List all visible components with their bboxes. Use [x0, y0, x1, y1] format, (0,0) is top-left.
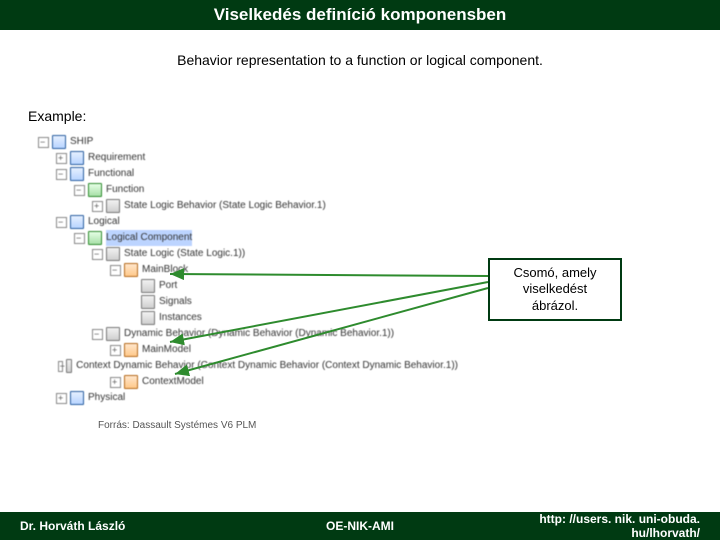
- tree-toggle-icon[interactable]: [58, 361, 63, 372]
- tree-node-label: Signals: [159, 294, 192, 310]
- tree-node-icon: [70, 391, 84, 405]
- tree-node-icon: [106, 199, 120, 213]
- tree-row: Requirement: [38, 150, 458, 166]
- tree-node-icon: [124, 375, 138, 389]
- tree-row: State Logic Behavior (State Logic Behavi…: [38, 198, 458, 214]
- tree-node-label: Logical: [88, 214, 120, 230]
- tree-toggle-icon[interactable]: [110, 377, 121, 388]
- tree-row: Signals: [38, 294, 458, 310]
- tree-node-label: Requirement: [88, 150, 145, 166]
- tree-toggle-icon[interactable]: [38, 137, 49, 148]
- tree-toggle-icon[interactable]: [110, 345, 121, 356]
- tree-node-label: Port: [159, 278, 177, 294]
- tree-node-icon: [88, 183, 102, 197]
- example-label: Example:: [28, 108, 86, 124]
- tree-node-icon: [66, 359, 72, 373]
- tree-toggle-icon[interactable]: [56, 169, 67, 180]
- tree-row: Dynamic Behavior (Dynamic Behavior (Dyna…: [38, 326, 458, 342]
- tree-toggle-icon[interactable]: [92, 329, 103, 340]
- tree-row: Function: [38, 182, 458, 198]
- tree-row: ContextModel: [38, 374, 458, 390]
- tree-node-label: Functional: [88, 166, 134, 182]
- tree-node-label: SHIP: [70, 134, 93, 150]
- tree-row: Context Dynamic Behavior (Context Dynami…: [38, 358, 458, 374]
- tree-toggle-icon[interactable]: [74, 233, 85, 244]
- tree-node-label: Dynamic Behavior (Dynamic Behavior (Dyna…: [124, 326, 394, 342]
- tree-row: SHIP: [38, 134, 458, 150]
- tree-row: Port: [38, 278, 458, 294]
- tree-toggle-icon[interactable]: [92, 201, 103, 212]
- footer-bar: Dr. Horváth László OE-NIK-AMI http: //us…: [0, 512, 720, 540]
- tree-row: State Logic (State Logic.1)): [38, 246, 458, 262]
- footer-author: Dr. Horváth László: [0, 519, 247, 533]
- tree-toggle-icon[interactable]: [56, 393, 67, 404]
- tree-node-label: MainModel: [142, 342, 191, 358]
- tree-node-label: Context Dynamic Behavior (Context Dynami…: [76, 358, 458, 374]
- tree-node-label: Physical: [88, 390, 125, 406]
- tree-node-label: Instances: [159, 310, 202, 326]
- tree-toggle-icon[interactable]: [110, 265, 121, 276]
- tree-toggle-icon[interactable]: [56, 217, 67, 228]
- tree-node-label: State Logic Behavior (State Logic Behavi…: [124, 198, 326, 214]
- tree-node-icon: [124, 343, 138, 357]
- tree-row: Logical Component: [38, 230, 458, 246]
- tree-node-label: Function: [106, 182, 144, 198]
- tree-row: MainModel: [38, 342, 458, 358]
- tree-node-icon: [52, 135, 66, 149]
- tree-node-label: MainBlock: [142, 262, 188, 278]
- tree-node-icon: [70, 167, 84, 181]
- title-bar: Viselkedés definíció komponensben: [0, 0, 720, 30]
- tree-node-icon: [70, 215, 84, 229]
- tree-view: SHIPRequirementFunctionalFunctionState L…: [38, 134, 458, 406]
- tree-node-icon: [141, 295, 155, 309]
- source-citation: Forrás: Dassault Systémes V6 PLM: [98, 420, 256, 431]
- tree-row: Logical: [38, 214, 458, 230]
- callout-box: Csomó, amely viselkedést ábrázol.: [488, 258, 622, 321]
- callout-line2: viselkedést: [496, 281, 614, 297]
- tree-toggle-icon[interactable]: [74, 185, 85, 196]
- tree-row: Physical: [38, 390, 458, 406]
- tree-node-label: Logical Component: [106, 230, 192, 246]
- footer-org: OE-NIK-AMI: [247, 519, 474, 533]
- tree-node-icon: [124, 263, 138, 277]
- tree-row: Functional: [38, 166, 458, 182]
- subtitle: Behavior representation to a function or…: [0, 52, 720, 68]
- tree-toggle-icon[interactable]: [92, 249, 103, 260]
- tree-node-icon: [141, 311, 155, 325]
- slide-title: Viselkedés definíció komponensben: [214, 5, 507, 25]
- tree-node-icon: [106, 247, 120, 261]
- tree-toggle-icon[interactable]: [56, 153, 67, 164]
- tree-node-label: State Logic (State Logic.1)): [124, 246, 245, 262]
- tree-row: MainBlock: [38, 262, 458, 278]
- callout-line1: Csomó, amely: [496, 265, 614, 281]
- tree-node-icon: [70, 151, 84, 165]
- tree-node-label: ContextModel: [142, 374, 204, 390]
- tree-node-icon: [141, 279, 155, 293]
- tree-node-icon: [106, 327, 120, 341]
- tree-row: Instances: [38, 310, 458, 326]
- callout-line3: ábrázol.: [496, 298, 614, 314]
- tree-node-icon: [88, 231, 102, 245]
- footer-url: http: //users. nik. uni-obuda. hu/lhorva…: [473, 512, 720, 540]
